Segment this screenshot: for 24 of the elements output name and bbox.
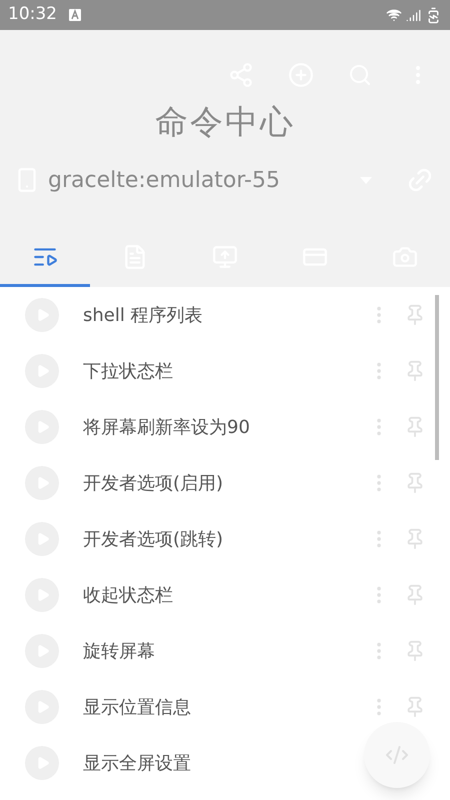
command-label: 开发者选项(启用)	[83, 472, 224, 496]
page-title: 命令中心	[155, 101, 295, 143]
command-row[interactable]: 显示全屏设置	[0, 735, 450, 791]
command-row[interactable]: 收起状态栏	[0, 567, 450, 623]
command-label: 开发者选项(跳转)	[83, 528, 224, 552]
command-label: 将屏幕刷新率设为90	[83, 416, 250, 440]
wifi-icon	[386, 7, 402, 23]
command-label: 显示位置信息	[83, 696, 191, 720]
command-label: shell 程序列表	[83, 304, 203, 328]
command-row[interactable]: 旋转屏幕	[0, 623, 450, 679]
command-row[interactable]: 显示位置信息	[0, 679, 450, 735]
command-row[interactable]: 开发者选项(启用)	[0, 455, 450, 511]
command-label: 下拉状态栏	[83, 360, 173, 384]
command-row[interactable]: 将屏幕刷新率设为90	[0, 399, 450, 455]
signal-icon	[406, 8, 421, 22]
command-row[interactable]: 下拉状态栏	[0, 343, 450, 399]
status-time: 10:32	[8, 3, 57, 26]
command-row[interactable]: 开发者选项(跳转)	[0, 511, 450, 567]
keyboard-indicator-icon	[69, 9, 81, 21]
code-icon	[385, 743, 409, 767]
command-label: 显示全屏设置	[83, 752, 191, 776]
command-row[interactable]: shell 程序列表	[0, 287, 450, 343]
command-label: 旋转屏幕	[83, 640, 155, 664]
command-label: 收起状态栏	[83, 584, 173, 608]
